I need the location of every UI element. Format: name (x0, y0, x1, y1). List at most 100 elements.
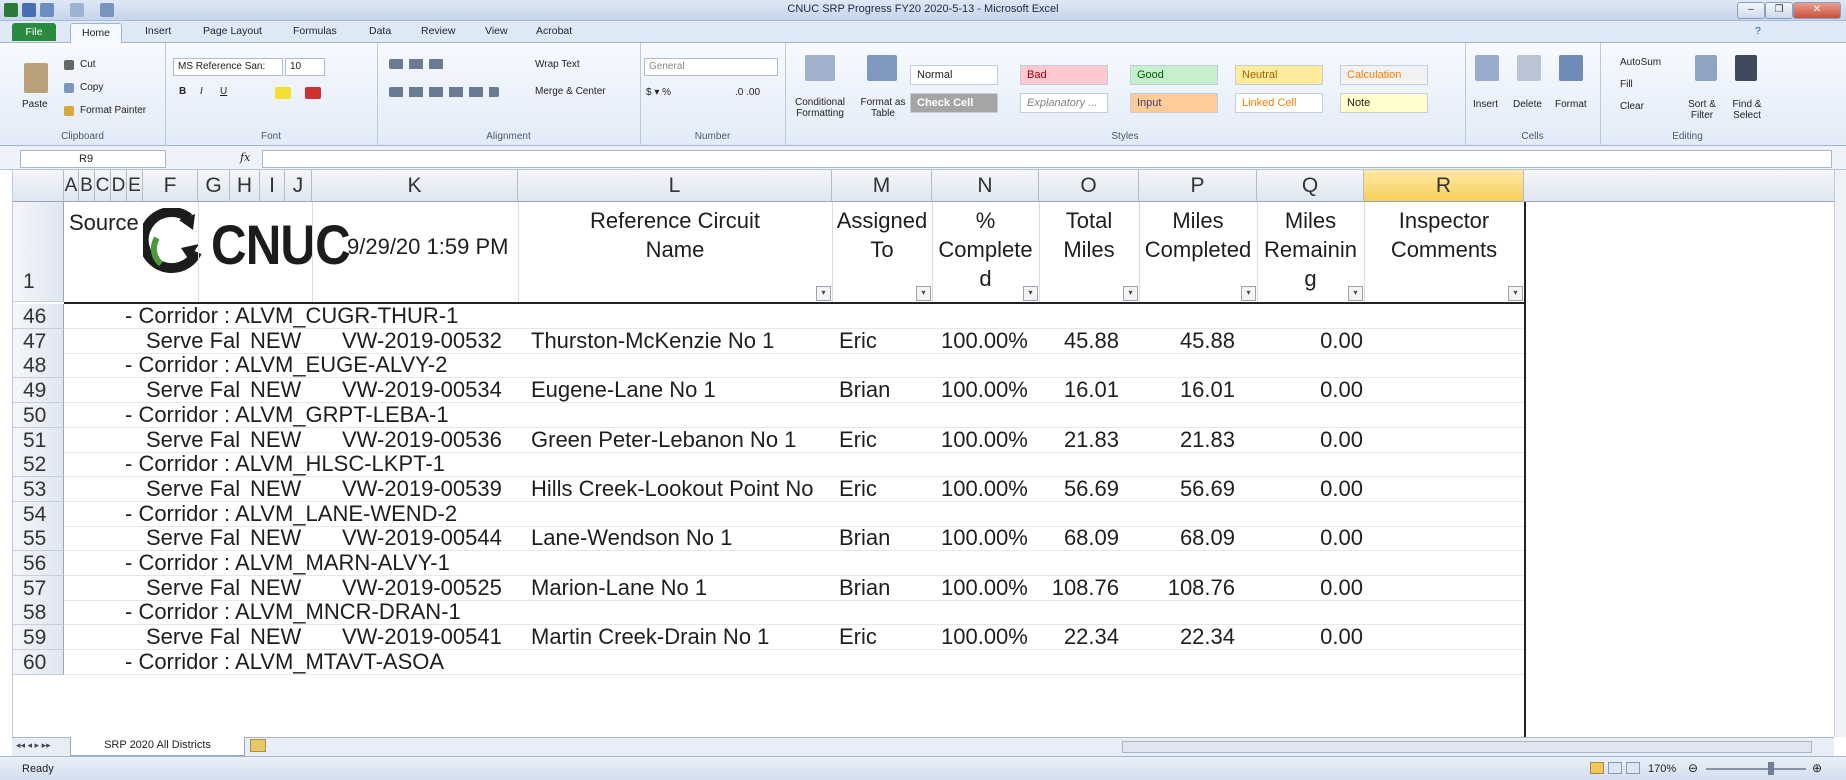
corridor-group-row[interactable]: - Corridor : ALVM_LANE-WEND-2 (125, 501, 457, 526)
row-header[interactable]: 58 (13, 600, 64, 625)
page-break-view-icon[interactable] (1626, 762, 1640, 774)
tab-view[interactable]: View (485, 25, 508, 37)
header-miles-remaining[interactable]: Miles Remainin g (1257, 206, 1364, 293)
row-header[interactable]: 60 (13, 650, 64, 675)
sort-filter-button[interactable]: Sort & Filter (1682, 99, 1722, 121)
cell-percent-complete[interactable]: 100.00% (941, 575, 1028, 600)
col-header-o[interactable]: O (1039, 170, 1139, 202)
font-size-combo[interactable]: 10 (285, 58, 325, 76)
tab-insert[interactable]: Insert (145, 25, 171, 37)
style-check-cell[interactable]: Check Cell (910, 93, 998, 113)
col-header-p[interactable]: P (1139, 170, 1257, 202)
header-reference-circuit[interactable]: Reference Circuit Name (518, 206, 832, 264)
filter-dropdown-q[interactable]: ▾ (1348, 286, 1363, 301)
cell-percent-complete[interactable]: 100.00% (941, 476, 1028, 501)
sheet-nav-arrows[interactable]: ◂◂ ◂ ▸ ▸▸ (16, 740, 51, 751)
cell-miles-completed[interactable]: 45.88 (1139, 328, 1235, 353)
header-percent-completed[interactable]: % Complete d (932, 206, 1039, 293)
row-header[interactable]: 51 (13, 428, 64, 453)
cell-work-id[interactable]: VW-2019-00541 (342, 624, 502, 649)
autosum-button[interactable]: AutoSum (1620, 57, 1661, 68)
cell-circuit-name[interactable]: Lane-Wendson No 1 (531, 525, 732, 550)
cell-total-miles[interactable]: 68.09 (1039, 525, 1119, 550)
style-linked-cell[interactable]: Linked Cell (1235, 93, 1323, 113)
style-input[interactable]: Input (1130, 93, 1218, 113)
tab-data[interactable]: Data (369, 25, 391, 37)
tab-file[interactable]: File (12, 23, 56, 41)
filter-dropdown-n[interactable]: ▾ (1023, 286, 1038, 301)
cell-miles-remaining[interactable]: 0.00 (1257, 476, 1363, 501)
row-header[interactable]: 55 (13, 526, 64, 551)
italic-button[interactable]: I (200, 86, 203, 97)
cell-status[interactable]: NEW (250, 377, 301, 402)
cell-assigned-to[interactable]: Eric (839, 328, 877, 353)
row-header[interactable]: 57 (13, 576, 64, 601)
cell-miles-remaining[interactable]: 0.00 (1257, 624, 1363, 649)
merge-center-button[interactable]: Merge & Center (535, 86, 606, 97)
find-select-button[interactable]: Find & Select (1726, 99, 1768, 121)
header-timestamp[interactable]: 9/29/20 1:59 PM (347, 234, 508, 260)
cell-total-miles[interactable]: 45.88 (1039, 328, 1119, 353)
cell-assigned-to[interactable]: Brian (839, 575, 890, 600)
row-header-1[interactable]: 1 (13, 202, 64, 302)
col-header-d[interactable]: D (111, 170, 127, 202)
style-good[interactable]: Good (1130, 65, 1218, 85)
cell-work-id[interactable]: VW-2019-00536 (342, 427, 502, 452)
format-painter-icon[interactable] (64, 106, 74, 116)
cell-miles-completed[interactable]: 22.34 (1139, 624, 1235, 649)
paste-icon[interactable] (24, 63, 48, 93)
cell-circuit-name[interactable]: Martin Creek-Drain No 1 (531, 624, 769, 649)
cell-total-miles[interactable]: 21.83 (1039, 427, 1119, 452)
col-header-i[interactable]: I (260, 170, 285, 202)
col-header-h[interactable]: H (230, 170, 260, 202)
cell-circuit-name[interactable]: Eugene-Lane No 1 (531, 377, 716, 402)
filter-dropdown-m[interactable]: ▾ (916, 286, 931, 301)
zoom-slider-thumb[interactable] (1768, 762, 1774, 775)
cell-assigned-to[interactable]: Eric (839, 476, 877, 501)
cell-circuit-name[interactable]: Hills Creek-Lookout Point No (531, 476, 813, 501)
find-select-icon[interactable] (1735, 55, 1757, 81)
cell-miles-remaining[interactable]: 0.00 (1257, 377, 1363, 402)
select-all-corner[interactable] (13, 170, 64, 202)
col-header-l[interactable]: L (518, 170, 832, 202)
name-box[interactable]: R9 (20, 150, 166, 168)
cell-miles-remaining[interactable]: 0.00 (1257, 575, 1363, 600)
zoom-slider[interactable] (1706, 768, 1806, 770)
row-header[interactable]: 48 (13, 353, 64, 378)
filter-dropdown-p[interactable]: ▾ (1241, 286, 1256, 301)
fx-icon[interactable]: fx (240, 151, 250, 164)
cell-source[interactable]: Serve Fal (146, 624, 240, 649)
row-header[interactable]: 52 (13, 452, 64, 477)
cell-source[interactable]: Serve Fal (146, 575, 240, 600)
decimal-buttons[interactable]: .0 .00 (735, 87, 760, 98)
style-bad[interactable]: Bad (1020, 65, 1108, 85)
cell-total-miles[interactable]: 22.34 (1039, 624, 1119, 649)
tab-home[interactable]: Home (70, 23, 122, 43)
row-header[interactable]: 53 (13, 477, 64, 502)
zoom-level[interactable]: 170% (1648, 763, 1676, 775)
zoom-out-button[interactable]: ⊖ (1688, 761, 1698, 775)
style-normal[interactable]: Normal (910, 65, 998, 85)
cut-button[interactable]: Cut (80, 59, 96, 70)
cell-work-id[interactable]: VW-2019-00539 (342, 476, 502, 501)
col-header-a[interactable]: A (64, 170, 79, 202)
header-assigned-to[interactable]: Assigned To (832, 206, 932, 264)
col-header-c[interactable]: C (95, 170, 111, 202)
bold-button[interactable]: B (179, 86, 186, 97)
fill-color-icon[interactable] (275, 87, 291, 99)
col-header-e[interactable]: E (127, 170, 143, 202)
formula-input[interactable] (262, 150, 1832, 168)
cell-status[interactable]: NEW (250, 476, 301, 501)
tab-review[interactable]: Review (421, 25, 455, 37)
col-header-g[interactable]: G (198, 170, 230, 202)
copy-button[interactable]: Copy (80, 82, 103, 93)
cell-work-id[interactable]: VW-2019-00532 (342, 328, 502, 353)
corridor-group-row[interactable]: - Corridor : ALVM_EUGE-ALVY-2 (125, 352, 447, 377)
header-miles-completed[interactable]: Miles Completed (1139, 206, 1257, 264)
cut-icon[interactable] (64, 60, 74, 70)
corridor-group-row[interactable]: - Corridor : ALVM_GRPT-LEBA-1 (125, 402, 449, 427)
cell-source[interactable]: Serve Fal (146, 476, 240, 501)
row-header[interactable]: 46 (13, 304, 64, 329)
page-layout-view-icon[interactable] (1608, 762, 1622, 774)
cell-total-miles[interactable]: 16.01 (1039, 377, 1119, 402)
